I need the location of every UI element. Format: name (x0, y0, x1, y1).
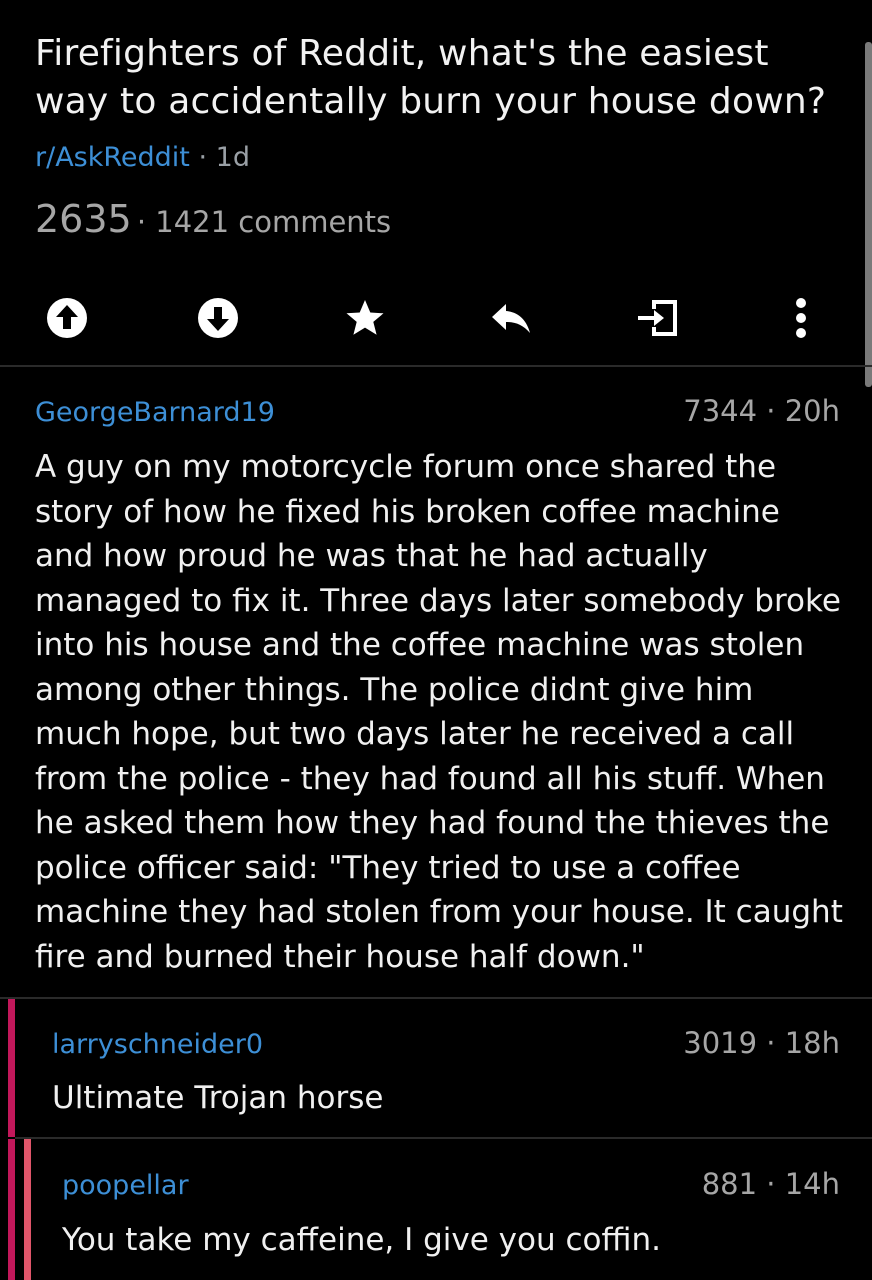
star-icon (346, 299, 384, 335)
comment-score: 7344 (683, 394, 758, 428)
comment-reply: larryschneider0 3019 · 18h Ultimate Troj… (0, 999, 872, 1137)
comment-score: 3019 (683, 1026, 758, 1060)
comment-body: Ultimate Trojan horse (52, 1080, 384, 1116)
comment-body: A guy on my motorcycle forum once shared… (35, 449, 843, 975)
comment-age: 14h (784, 1167, 840, 1201)
meta-separator: · (766, 394, 785, 428)
post-action-bar (0, 280, 872, 360)
thread-depth-rail (8, 1139, 15, 1280)
comment-score: 881 (701, 1167, 758, 1201)
thread-depth-rail (8, 999, 15, 1137)
comment-author[interactable]: GeorgeBarnard19 (35, 397, 275, 428)
downvote-button[interactable] (183, 280, 253, 355)
thread-depth-rail (24, 1139, 31, 1280)
post-age: 1d (215, 142, 250, 173)
comment-age: 18h (784, 1026, 840, 1060)
comment-meta: 3019 · 18h (683, 1026, 840, 1060)
comment-author[interactable]: larryschneider0 (52, 1029, 263, 1060)
comment-age: 20h (784, 394, 840, 428)
reply-icon (492, 303, 530, 333)
open-link-button[interactable] (622, 280, 692, 355)
post-stats: 2635 · 1421 comments (35, 197, 391, 241)
post-score: 2635 (35, 197, 132, 241)
upvote-icon (47, 297, 87, 338)
reply-button[interactable] (476, 280, 546, 355)
comment-meta: 881 · 14h (702, 1167, 840, 1201)
meta-separator: · (198, 142, 216, 173)
downvote-icon (198, 297, 238, 338)
post-header: Firefighters of Reddit, what's the easie… (0, 0, 872, 365)
comment-author[interactable]: poopellar (62, 1170, 189, 1201)
comment-reply: poopellar 881 · 14h You take my caffeine… (0, 1139, 872, 1280)
save-button[interactable] (330, 280, 400, 355)
more-options-button[interactable] (766, 280, 836, 355)
open-link-icon (638, 299, 677, 336)
comment-body: You take my caffeine, I give you coffin. (62, 1222, 661, 1258)
scrollbar[interactable] (865, 42, 872, 387)
comments-separator: · (136, 205, 156, 239)
meta-separator: · (766, 1167, 785, 1201)
comment-meta: 7344 · 20h (683, 394, 840, 428)
upvote-button[interactable] (32, 280, 102, 355)
meta-separator: · (766, 1026, 785, 1060)
subreddit-link[interactable]: r/AskReddit (35, 142, 190, 173)
comment-count[interactable]: 1421 comments (155, 205, 391, 239)
post-title[interactable]: Firefighters of Reddit, what's the easie… (35, 30, 835, 126)
more-options-icon (796, 297, 806, 338)
comment: GeorgeBarnard19 7344 · 20h A guy on my m… (0, 367, 872, 997)
post-meta: r/AskReddit · 1d (35, 142, 250, 173)
